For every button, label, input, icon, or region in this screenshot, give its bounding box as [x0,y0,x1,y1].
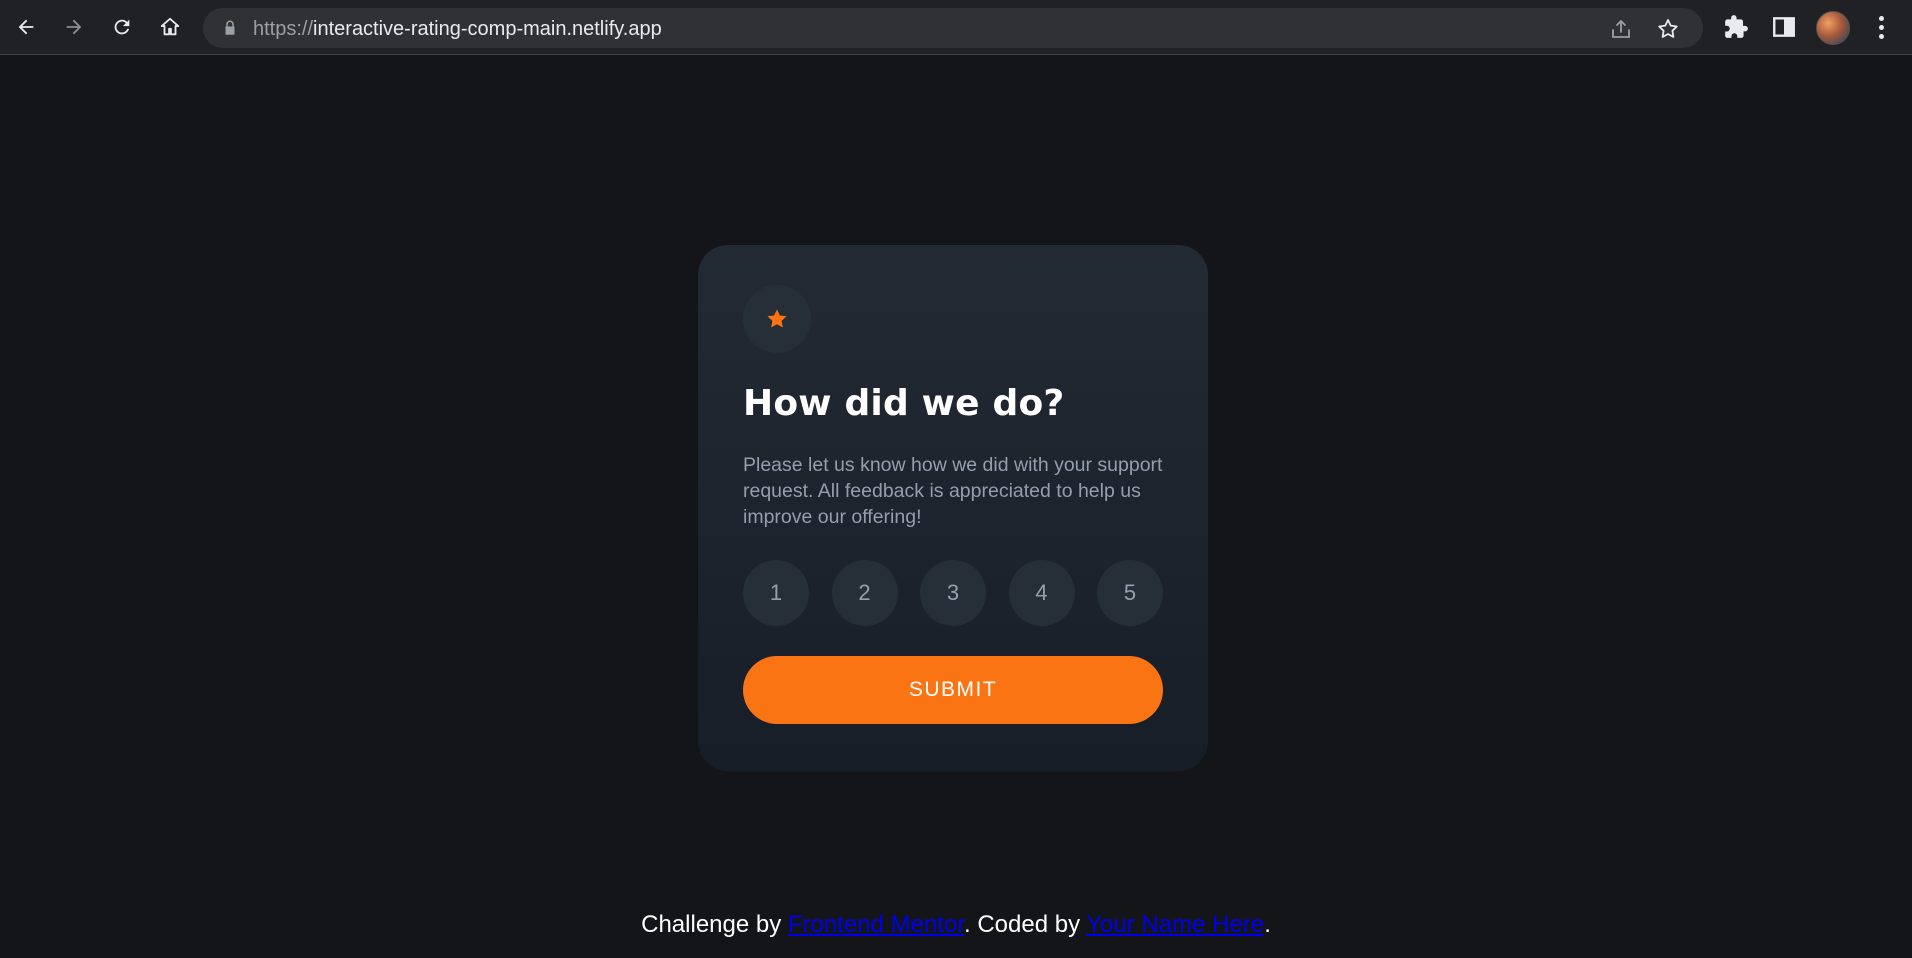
side-panel-icon[interactable] [1771,14,1797,40]
reload-icon [114,19,130,35]
home-icon [160,17,180,36]
attribution-middle: . Coded by [964,911,1087,938]
page-body: How did we do? Please let us know how we… [0,56,1912,958]
url-host: interactive-rating-comp-main.netlify.app [313,18,662,40]
extensions-puzzle-icon[interactable] [1723,14,1749,40]
attribution: Challenge by Frontend Mentor. Coded by Y… [0,911,1912,939]
submit-button[interactable]: SUBMIT [743,656,1163,724]
card-description: Please let us know how we did with your … [743,454,1163,528]
reload-button[interactable] [105,10,139,44]
rating-button-2[interactable]: 2 [831,560,898,626]
card-title: How did we do? [743,383,1065,424]
author-link[interactable]: Your Name Here [1086,911,1264,938]
rating-button-3[interactable]: 3 [920,560,986,626]
browser-toolbar: https://interactive-rating-comp-main.net… [0,0,1912,55]
share-icon[interactable] [1609,17,1633,41]
attribution-prefix: Challenge by [641,911,788,938]
frontend-mentor-link[interactable]: Frontend Mentor [788,911,964,938]
rating-button-1[interactable]: 1 [743,560,809,626]
star-badge [743,285,811,353]
star-icon [767,309,787,328]
rating-options: 1 2 3 4 5 [743,560,1163,626]
forward-button[interactable] [57,10,91,44]
kebab-menu-icon[interactable] [1868,12,1894,42]
rating-button-4[interactable]: 4 [1008,560,1075,626]
lock-icon [225,20,235,35]
address-bar[interactable]: https://interactive-rating-comp-main.net… [203,8,1703,48]
rating-card: How did we do? Please let us know how we… [698,245,1208,771]
attribution-suffix: . [1264,911,1271,938]
back-button[interactable] [9,10,43,44]
profile-avatar[interactable] [1816,11,1850,45]
bookmark-star-icon[interactable] [1656,17,1680,41]
rating-button-5[interactable]: 5 [1097,560,1163,626]
back-arrow-icon [18,19,34,35]
forward-arrow-icon [66,19,82,35]
home-button[interactable] [153,10,187,44]
url-text: https://interactive-rating-comp-main.net… [253,18,662,41]
url-scheme: https:// [253,18,314,40]
